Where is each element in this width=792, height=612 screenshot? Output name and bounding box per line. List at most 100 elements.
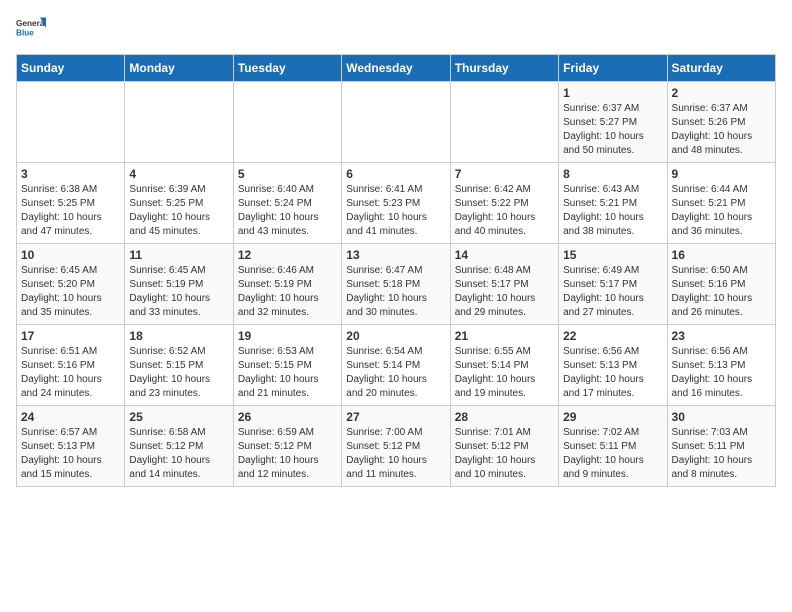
day-number: 23 [672, 329, 771, 343]
day-header-sunday: Sunday [17, 55, 125, 82]
day-cell: 25Sunrise: 6:58 AM Sunset: 5:12 PM Dayli… [125, 406, 233, 487]
day-header-wednesday: Wednesday [342, 55, 450, 82]
day-cell [233, 82, 341, 163]
logo-icon: General Blue [16, 16, 46, 46]
day-number: 16 [672, 248, 771, 262]
day-number: 19 [238, 329, 337, 343]
day-cell: 18 Sunrise: 6:52 AM Sunset: 5:15 PM Dayli… [125, 325, 233, 406]
day-info: Sunrise: 7:02 AM Sunset: 5:11 PM Dayligh… [563, 426, 662, 482]
week-row-3: 17Sunrise: 6:51 AM Sunset: 5:16 PM Dayli… [17, 325, 776, 406]
day-cell: 16 Sunrise: 6:50 AM Sunset: 5:16 PM Dayli… [667, 244, 775, 325]
day-cell: 7 Sunrise: 6:42 AM Sunset: 5:22 PM Daylig… [450, 163, 558, 244]
day-number: 9 [672, 167, 771, 181]
day-cell: 6 Sunrise: 6:41 AM Sunset: 5:23 PM Daylig… [342, 163, 450, 244]
day-info: Sunrise: 6:41 AM Sunset: 5:23 PM Dayligh… [346, 183, 445, 239]
day-header-thursday: Thursday [450, 55, 558, 82]
header-row: SundayMondayTuesdayWednesdayThursdayFrid… [17, 55, 776, 82]
day-info: Sunrise: 6:45 AM Sunset: 5:19 PM Dayligh… [129, 264, 228, 320]
day-number: 25 [129, 410, 228, 424]
day-info: Sunrise: 6:42 AM Sunset: 5:22 PM Dayligh… [455, 183, 554, 239]
day-info: Sunrise: 6:46 AM Sunset: 5:19 PM Dayligh… [238, 264, 337, 320]
calendar-table: SundayMondayTuesdayWednesdayThursdayFrid… [16, 54, 776, 487]
day-info: Sunrise: 6:53 AM Sunset: 5:15 PM Dayligh… [238, 345, 337, 401]
day-cell [125, 82, 233, 163]
day-info: Sunrise: 6:50 AM Sunset: 5:16 PM Dayligh… [672, 264, 771, 320]
day-info: Sunrise: 6:37 AM Sunset: 5:27 PM Dayligh… [563, 102, 662, 158]
day-number: 24 [21, 410, 120, 424]
logo: General Blue [16, 16, 46, 46]
day-info: Sunrise: 6:52 AM Sunset: 5:15 PM Dayligh… [129, 345, 228, 401]
day-cell: 9 Sunrise: 6:44 AM Sunset: 5:21 PM Daylig… [667, 163, 775, 244]
day-cell: 4Sunrise: 6:39 AM Sunset: 5:25 PM Daylig… [125, 163, 233, 244]
day-number: 21 [455, 329, 554, 343]
day-info: Sunrise: 6:39 AM Sunset: 5:25 PM Dayligh… [129, 183, 228, 239]
day-header-tuesday: Tuesday [233, 55, 341, 82]
day-number: 12 [238, 248, 337, 262]
day-cell: 26Sunrise: 6:59 AM Sunset: 5:12 PM Dayli… [233, 406, 341, 487]
day-cell: 22Sunrise: 6:56 AM Sunset: 5:13 PM Dayli… [559, 325, 667, 406]
day-info: Sunrise: 6:43 AM Sunset: 5:21 PM Dayligh… [563, 183, 662, 239]
day-number: 15 [563, 248, 662, 262]
day-cell [17, 82, 125, 163]
day-number: 18 [129, 329, 228, 343]
day-cell: 12 Sunrise: 6:46 AM Sunset: 5:19 PM Dayli… [233, 244, 341, 325]
day-info: Sunrise: 6:47 AM Sunset: 5:18 PM Dayligh… [346, 264, 445, 320]
day-info: Sunrise: 6:44 AM Sunset: 5:21 PM Dayligh… [672, 183, 771, 239]
day-cell: 15Sunrise: 6:49 AM Sunset: 5:17 PM Dayli… [559, 244, 667, 325]
day-number: 1 [563, 86, 662, 100]
day-info: Sunrise: 6:54 AM Sunset: 5:14 PM Dayligh… [346, 345, 445, 401]
day-cell: 30 Sunrise: 7:03 AM Sunset: 5:11 PM Dayli… [667, 406, 775, 487]
day-info: Sunrise: 7:03 AM Sunset: 5:11 PM Dayligh… [672, 426, 771, 482]
day-number: 3 [21, 167, 120, 181]
day-cell: 1 Sunrise: 6:37 AM Sunset: 5:27 PM Daylig… [559, 82, 667, 163]
day-number: 2 [672, 86, 771, 100]
day-info: Sunrise: 6:45 AM Sunset: 5:20 PM Dayligh… [21, 264, 120, 320]
day-cell: 5 Sunrise: 6:40 AM Sunset: 5:24 PM Daylig… [233, 163, 341, 244]
day-number: 29 [563, 410, 662, 424]
day-cell: 27 Sunrise: 7:00 AM Sunset: 5:12 PM Dayli… [342, 406, 450, 487]
day-number: 7 [455, 167, 554, 181]
day-cell [450, 82, 558, 163]
day-info: Sunrise: 6:57 AM Sunset: 5:13 PM Dayligh… [21, 426, 120, 482]
day-number: 8 [563, 167, 662, 181]
day-cell: 10Sunrise: 6:45 AM Sunset: 5:20 PM Dayli… [17, 244, 125, 325]
week-row-1: 3 Sunrise: 6:38 AM Sunset: 5:25 PM Daylig… [17, 163, 776, 244]
day-info: Sunrise: 7:00 AM Sunset: 5:12 PM Dayligh… [346, 426, 445, 482]
day-info: Sunrise: 6:59 AM Sunset: 5:12 PM Dayligh… [238, 426, 337, 482]
day-number: 28 [455, 410, 554, 424]
day-number: 17 [21, 329, 120, 343]
day-cell: 29 Sunrise: 7:02 AM Sunset: 5:11 PM Dayli… [559, 406, 667, 487]
day-number: 5 [238, 167, 337, 181]
day-cell: 21 Sunrise: 6:55 AM Sunset: 5:14 PM Dayli… [450, 325, 558, 406]
day-number: 6 [346, 167, 445, 181]
day-header-monday: Monday [125, 55, 233, 82]
day-cell: 17Sunrise: 6:51 AM Sunset: 5:16 PM Dayli… [17, 325, 125, 406]
day-info: Sunrise: 6:38 AM Sunset: 5:25 PM Dayligh… [21, 183, 120, 239]
day-info: Sunrise: 6:40 AM Sunset: 5:24 PM Dayligh… [238, 183, 337, 239]
day-info: Sunrise: 6:56 AM Sunset: 5:13 PM Dayligh… [672, 345, 771, 401]
day-cell: 2 Sunrise: 6:37 AM Sunset: 5:26 PM Daylig… [667, 82, 775, 163]
day-number: 20 [346, 329, 445, 343]
day-cell: 8 Sunrise: 6:43 AM Sunset: 5:21 PM Daylig… [559, 163, 667, 244]
header: General Blue [16, 16, 776, 46]
day-info: Sunrise: 6:55 AM Sunset: 5:14 PM Dayligh… [455, 345, 554, 401]
week-row-4: 24 Sunrise: 6:57 AM Sunset: 5:13 PM Dayli… [17, 406, 776, 487]
day-header-saturday: Saturday [667, 55, 775, 82]
week-row-2: 10Sunrise: 6:45 AM Sunset: 5:20 PM Dayli… [17, 244, 776, 325]
day-header-friday: Friday [559, 55, 667, 82]
day-number: 22 [563, 329, 662, 343]
day-info: Sunrise: 6:37 AM Sunset: 5:26 PM Dayligh… [672, 102, 771, 158]
day-cell: 19 Sunrise: 6:53 AM Sunset: 5:15 PM Dayli… [233, 325, 341, 406]
day-number: 30 [672, 410, 771, 424]
day-number: 27 [346, 410, 445, 424]
day-cell: 13 Sunrise: 6:47 AM Sunset: 5:18 PM Dayli… [342, 244, 450, 325]
svg-text:Blue: Blue [16, 29, 34, 38]
day-number: 11 [129, 248, 228, 262]
day-cell [342, 82, 450, 163]
day-cell: 28 Sunrise: 7:01 AM Sunset: 5:12 PM Dayli… [450, 406, 558, 487]
day-number: 13 [346, 248, 445, 262]
day-cell: 14Sunrise: 6:48 AM Sunset: 5:17 PM Dayli… [450, 244, 558, 325]
day-info: Sunrise: 7:01 AM Sunset: 5:12 PM Dayligh… [455, 426, 554, 482]
day-cell: 23 Sunrise: 6:56 AM Sunset: 5:13 PM Dayli… [667, 325, 775, 406]
week-row-0: 1 Sunrise: 6:37 AM Sunset: 5:27 PM Daylig… [17, 82, 776, 163]
